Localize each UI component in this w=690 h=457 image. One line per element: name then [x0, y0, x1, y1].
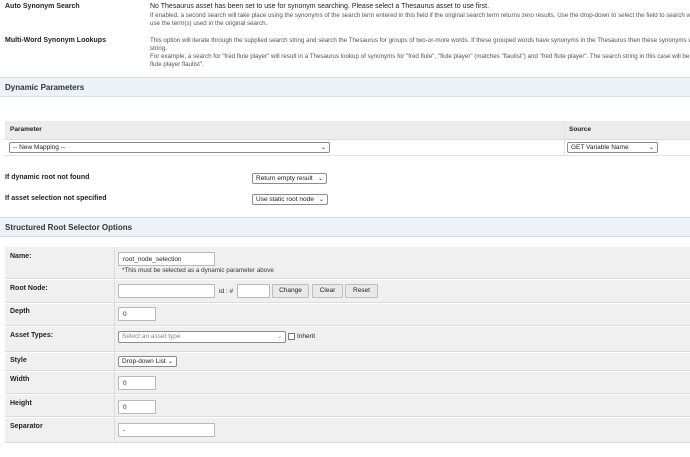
asset-types-label: Asset Types: [10, 332, 54, 339]
dynamic-parameters-header: Dynamic Parameters [0, 77, 690, 97]
depth-label: Depth [10, 308, 30, 315]
reset-button[interactable]: Reset [345, 284, 378, 298]
asset-type-placeholder: Select an asset type [122, 333, 181, 340]
new-mapping-select[interactable]: -- New Mapping -- ⌄ [9, 142, 330, 153]
separator-input[interactable]: - [118, 423, 215, 437]
chevron-down-icon: ⌄ [167, 359, 173, 365]
chevron-down-icon: ⌄ [648, 145, 654, 151]
width-row: Width [5, 372, 690, 394]
asset-not-specified-select[interactable]: Use static root node ⌄ [252, 194, 328, 205]
asset-not-specified-value: Use static root node [256, 196, 314, 203]
name-row: Name: [5, 247, 690, 279]
structured-options-header: Structured Root Selector Options [0, 217, 690, 237]
width-input-value: 0 [123, 380, 127, 387]
depth-input-value: 0 [123, 311, 127, 318]
style-row: Style [5, 353, 690, 371]
auto-synonym-help-2: use the term(s) used in the original sea… [150, 20, 268, 27]
multiword-help-4: flute player flautist". [150, 61, 204, 68]
separator-label: Separator [10, 423, 43, 430]
chevron-down-icon: ⌄ [276, 334, 282, 340]
auto-synonym-label: Auto Synonym Search [5, 3, 80, 10]
root-node-id-input[interactable] [237, 284, 270, 298]
multiword-label: Multi-Word Synonym Lookups [5, 37, 106, 44]
depth-input[interactable]: 0 [118, 307, 156, 321]
multiword-help-3: For example, a search for "fred flute pl… [150, 53, 690, 60]
width-label: Width [10, 376, 30, 383]
root-node-label: Root Node: [10, 285, 48, 292]
structured-options-title: Structured Root Selector Options [5, 223, 133, 232]
root-node-input[interactable] [118, 284, 215, 298]
style-label: Style [10, 357, 27, 364]
name-input-value: root_node_selection [123, 256, 182, 263]
chevron-down-icon: ⌄ [317, 176, 323, 182]
id-label: id : # [219, 288, 234, 295]
new-mapping-value: -- New Mapping -- [13, 144, 66, 151]
dynamic-parameters-title: Dynamic Parameters [5, 83, 85, 92]
col-source: Source [569, 126, 592, 133]
change-button[interactable]: Change [272, 284, 309, 298]
source-select[interactable]: GET Variable Name ⌄ [567, 142, 658, 153]
style-value: Drop-down List [122, 358, 166, 365]
name-input[interactable]: root_node_selection [118, 252, 215, 266]
asset-type-select[interactable]: Select an asset type ⌄ [118, 331, 286, 343]
root-not-found-label: If dynamic root not found [5, 174, 90, 181]
separator-input-value: - [123, 427, 126, 434]
chevron-down-icon: ⌄ [320, 145, 326, 151]
multiword-help-1: This option will iterate through the sup… [150, 37, 690, 44]
separator-row: Separator [5, 418, 690, 443]
inherit-label: Inherit [297, 333, 316, 340]
col-parameter: Parameter [10, 126, 42, 133]
root-not-found-select[interactable]: Return empty result ⌄ [252, 173, 327, 184]
source-value: GET Variable Name [571, 144, 629, 151]
asset-not-specified-label: If asset selection not specified [5, 195, 107, 202]
root-not-found-value: Return empty result [256, 175, 313, 182]
name-label: Name: [10, 253, 32, 260]
clear-button[interactable]: Clear [312, 284, 343, 298]
height-input-value: 0 [123, 404, 127, 411]
style-select[interactable]: Drop-down List ⌄ [118, 356, 177, 367]
height-row: Height [5, 395, 690, 417]
mapping-table-header: Parameter Source [5, 121, 690, 140]
height-label: Height [10, 400, 32, 407]
depth-row: Depth [5, 304, 690, 326]
inherit-checkbox[interactable] [288, 333, 295, 340]
auto-synonym-note: No Thesaurus asset has been set to use f… [150, 3, 490, 10]
height-input[interactable]: 0 [118, 400, 156, 414]
asset-types-row: Asset Types: [5, 327, 690, 352]
width-input[interactable]: 0 [118, 376, 156, 390]
chevron-down-icon: ⌄ [318, 197, 324, 203]
name-note: *This must be selected as a dynamic para… [122, 267, 274, 274]
